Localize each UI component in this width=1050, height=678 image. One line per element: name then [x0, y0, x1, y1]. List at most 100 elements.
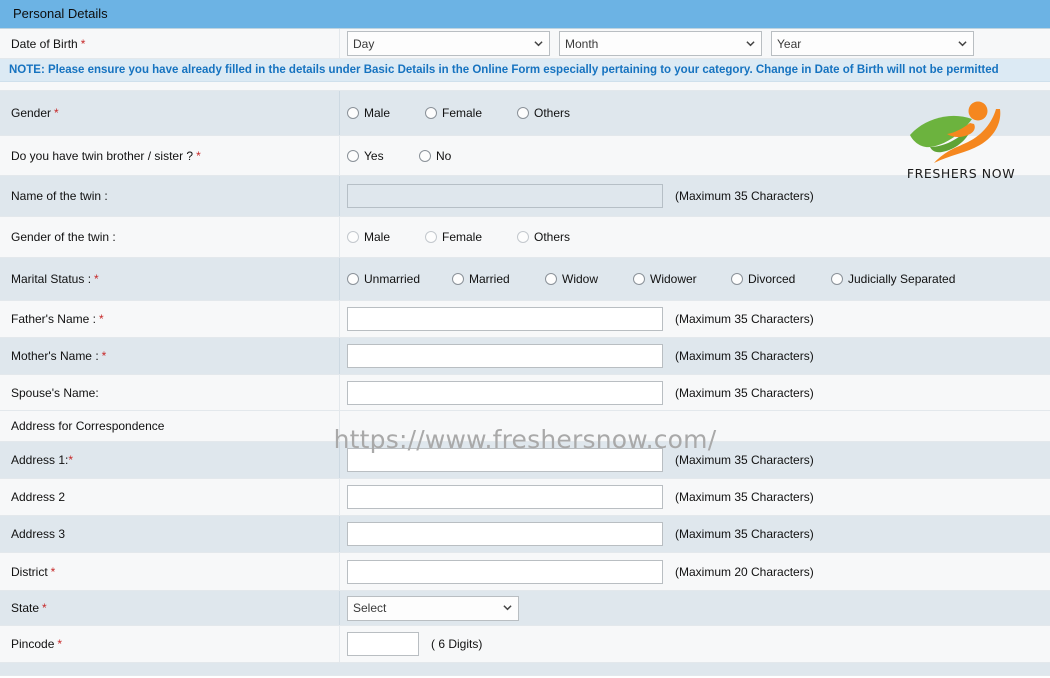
radio-twin-gender-male[interactable]: Male: [347, 230, 425, 244]
radio-marital-judicially-separated[interactable]: Judicially Separated: [831, 272, 955, 286]
radio-circle-icon: [425, 231, 437, 243]
label-text-address-heading: Address for Correspondence: [11, 419, 165, 433]
required-asterisk: *: [98, 312, 104, 326]
label-spouses-name: Spouse's Name:: [0, 375, 340, 410]
row-date-of-birth: Date of Birth * Day Month Year: [0, 29, 1050, 59]
required-asterisk: *: [54, 106, 59, 120]
radio-twin-yes[interactable]: Yes: [347, 149, 419, 163]
address1-hint: (Maximum 35 Characters): [675, 453, 814, 467]
field-address3: (Maximum 35 Characters): [340, 516, 1050, 552]
row-mothers-name: Mother's Name : * (Maximum 35 Characters…: [0, 338, 1050, 375]
required-asterisk: *: [42, 601, 47, 615]
field-address-heading: [340, 411, 1050, 441]
required-asterisk: *: [68, 453, 74, 467]
fathers-name-input[interactable]: [347, 307, 663, 331]
row-twin-question: Do you have twin brother / sister ? * Ye…: [0, 136, 1050, 176]
dob-month-select[interactable]: Month: [559, 31, 762, 56]
radio-circle-icon: [347, 273, 359, 285]
dob-month-wrapper: Month: [559, 31, 762, 56]
radio-circle-icon: [517, 107, 529, 119]
label-state: State *: [0, 591, 340, 625]
radio-circle-icon: [545, 273, 557, 285]
radio-label: Others: [534, 230, 571, 244]
dob-year-select[interactable]: Year: [771, 31, 974, 56]
radio-circle-icon: [831, 273, 843, 285]
twin-name-input[interactable]: [347, 184, 663, 208]
required-asterisk: *: [80, 36, 86, 51]
radio-label: Married: [469, 272, 510, 286]
address2-input[interactable]: [347, 485, 663, 509]
radio-label: Yes: [364, 148, 384, 163]
row-pincode: Pincode * ( 6 Digits): [0, 626, 1050, 663]
label-text-marital-status: Marital Status :: [11, 272, 92, 286]
radio-twin-gender-female[interactable]: Female: [425, 230, 517, 244]
field-twin-name: (Maximum 35 Characters): [340, 176, 1050, 216]
personal-details-form: Personal Details Date of Birth * Day Mon: [0, 0, 1050, 676]
label-text-twin-gender: Gender of the twin :: [11, 230, 116, 244]
required-asterisk: *: [50, 564, 56, 579]
radio-gender-others[interactable]: Others: [517, 106, 570, 120]
state-select[interactable]: Select: [347, 595, 519, 621]
radio-label: Female: [442, 230, 483, 244]
label-text-twin-question: Do you have twin brother / sister ?: [11, 148, 194, 163]
row-twin-gender: Gender of the twin : Male Female Others: [0, 217, 1050, 258]
address2-hint: (Maximum 35 Characters): [675, 490, 814, 504]
label-text-address3: Address 3: [11, 527, 66, 541]
row-district: District * (Maximum 20 Characters): [0, 553, 1050, 591]
radio-label: Judicially Separated: [848, 272, 956, 286]
radio-marital-widower[interactable]: Widower: [633, 272, 731, 286]
radio-twin-no[interactable]: No: [419, 149, 451, 163]
field-address1: (Maximum 35 Characters): [340, 442, 1050, 478]
label-address-heading: Address for Correspondence: [0, 411, 340, 441]
address3-input[interactable]: [347, 522, 663, 546]
label-text-address1: Address 1:: [11, 453, 69, 467]
pincode-hint: ( 6 Digits): [431, 637, 483, 651]
radio-label: Male: [364, 230, 391, 244]
address1-input[interactable]: [347, 448, 663, 472]
label-text-address2: Address 2: [11, 490, 66, 504]
section-header-personal-details: Personal Details: [0, 0, 1050, 29]
row-tail-partial: [0, 663, 1050, 676]
radio-circle-icon: [419, 149, 431, 162]
radio-circle-icon: [517, 231, 529, 243]
field-spouses-name: (Maximum 35 Characters): [340, 375, 1050, 410]
radio-gender-male[interactable]: Male: [347, 106, 425, 120]
required-asterisk: *: [94, 272, 99, 286]
twin-name-hint: (Maximum 35 Characters): [675, 189, 814, 203]
radio-label: Male: [364, 106, 391, 120]
radio-label: Divorced: [748, 272, 796, 286]
label-text-pincode: Pincode: [11, 637, 55, 651]
required-asterisk: *: [57, 637, 63, 651]
label-text-state: State: [11, 601, 40, 615]
label-text-date-of-birth: Date of Birth: [11, 36, 78, 51]
field-twin-question: Yes No: [340, 136, 1050, 175]
label-date-of-birth: Date of Birth *: [0, 29, 340, 58]
note-banner: NOTE: Please ensure you have already fil…: [0, 59, 1050, 82]
required-asterisk: *: [196, 148, 201, 163]
row-address1: Address 1: * (Maximum 35 Characters): [0, 442, 1050, 479]
fathers-name-hint: (Maximum 35 Characters): [675, 312, 814, 326]
radio-marital-married[interactable]: Married: [452, 272, 545, 286]
label-twin-gender: Gender of the twin :: [0, 217, 340, 257]
row-twin-name: Name of the twin : (Maximum 35 Character…: [0, 176, 1050, 217]
field-address2: (Maximum 35 Characters): [340, 479, 1050, 515]
radio-circle-icon: [633, 273, 645, 285]
radio-circle-icon: [347, 107, 359, 119]
spouses-name-input[interactable]: [347, 380, 663, 405]
label-text-spouses-name: Spouse's Name:: [11, 385, 99, 400]
radio-marital-widow[interactable]: Widow: [545, 272, 633, 286]
label-text-mothers-name: Mother's Name :: [11, 349, 99, 363]
field-twin-gender: Male Female Others: [340, 217, 1050, 257]
dob-day-select[interactable]: Day: [347, 31, 550, 56]
radio-gender-female[interactable]: Female: [425, 106, 517, 120]
row-address3: Address 3 (Maximum 35 Characters): [0, 516, 1050, 553]
pincode-input[interactable]: [347, 632, 419, 656]
field-district: (Maximum 20 Characters): [340, 553, 1050, 590]
radio-twin-gender-others[interactable]: Others: [517, 230, 570, 244]
radio-label: Female: [442, 106, 483, 120]
radio-marital-divorced[interactable]: Divorced: [731, 272, 831, 286]
radio-marital-unmarried[interactable]: Unmarried: [347, 272, 452, 286]
marital-radio-group: Unmarried Married Widow Widower Divorced: [347, 272, 955, 286]
mothers-name-input[interactable]: [347, 344, 663, 368]
district-input[interactable]: [347, 559, 663, 584]
